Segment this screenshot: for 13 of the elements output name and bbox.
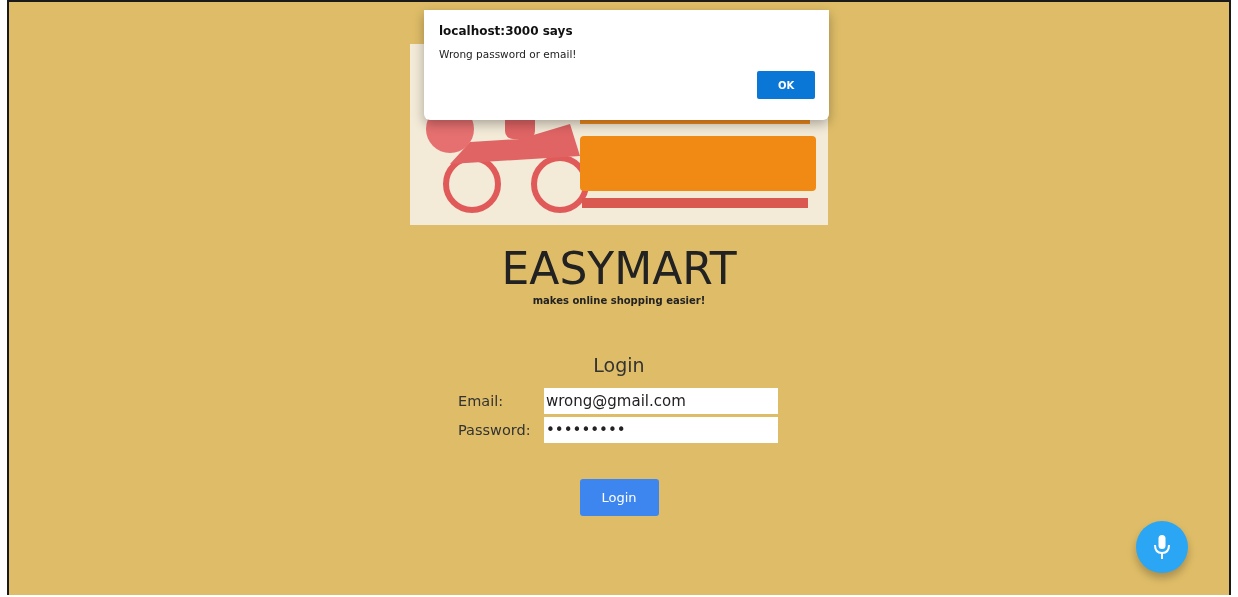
login-button[interactable]: Login [579,479,659,516]
dialog-message: Wrong password or email! [439,48,578,60]
login-heading: Login [593,353,645,378]
microphone-button[interactable] [1136,521,1188,573]
brand-title: EASYMART [501,243,737,295]
input-field[interactable]: ••••••••• [544,417,778,443]
tagline: makes online shopping easier! [532,295,706,306]
ok-button[interactable]: OK [757,71,815,99]
input-field[interactable]: wrong@gmail.com [544,388,778,414]
dialog-title: localhost:3000 says [439,24,574,38]
field-label: Password: [458,422,532,438]
microphone-icon [1154,535,1170,559]
field-label: Email: [458,393,505,409]
